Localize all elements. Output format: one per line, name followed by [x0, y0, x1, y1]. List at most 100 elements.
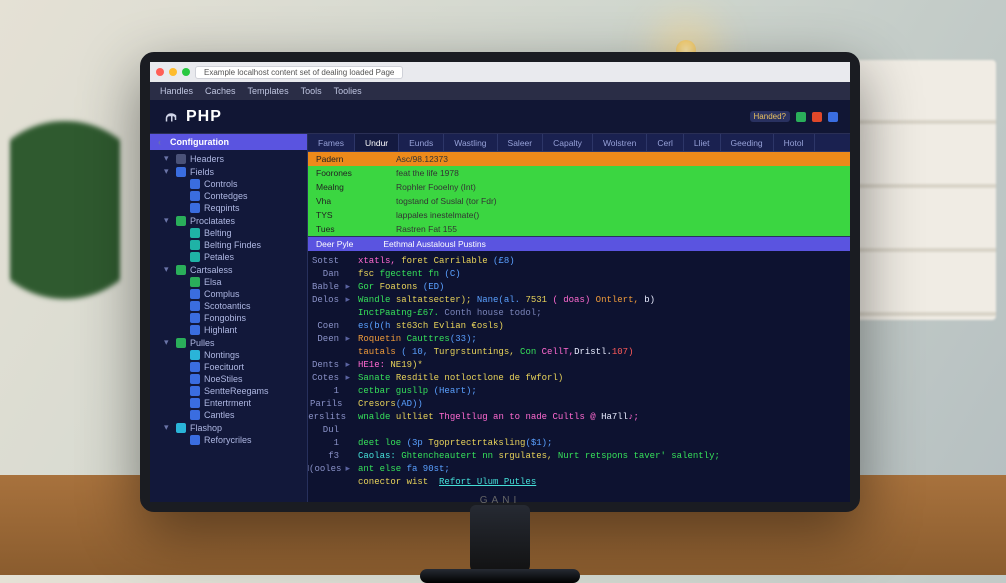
gutter[interactable]: 1	[310, 437, 358, 450]
twisty-icon[interactable]: ▸	[343, 359, 350, 372]
gutter[interactable]: Coen	[310, 320, 358, 333]
folder-icon	[190, 386, 200, 396]
sidebar-item[interactable]: Cantles	[150, 409, 307, 421]
panel-row[interactable]: Fooronesfeat the life 1978	[308, 166, 850, 180]
twisty-icon[interactable]: ▸	[343, 372, 350, 385]
gutter-label: 1	[334, 437, 339, 450]
sidebar-item[interactable]: Controls	[150, 178, 307, 190]
code-line: Dents▸HE1e: NE19)*	[310, 359, 848, 372]
code-text: HE1e: NE19)*	[358, 359, 423, 372]
panel-value: Rophler Fooelny (Int)	[388, 182, 850, 192]
gutter-label: Delos	[312, 294, 339, 307]
folder-icon	[190, 374, 200, 384]
tab-item[interactable]: Geeding	[721, 134, 774, 151]
traffic-dot[interactable]	[182, 68, 190, 76]
indicator-icon[interactable]	[828, 112, 838, 122]
sidebar-item[interactable]: Fongobins	[150, 312, 307, 324]
sidebar-item[interactable]: Complus	[150, 288, 307, 300]
traffic-dot[interactable]	[156, 68, 164, 76]
twisty-icon[interactable]: ▸	[343, 281, 350, 294]
tab-item[interactable]: Hotol	[774, 134, 815, 151]
twisty-icon[interactable]: ▸	[343, 333, 350, 346]
sidebar-item[interactable]: Reqpints	[150, 202, 307, 214]
sidebar-item[interactable]: Belting Findes	[150, 239, 307, 251]
gutter[interactable]: Dan	[310, 268, 358, 281]
sidebar-item[interactable]: Elsa	[150, 276, 307, 288]
gutter[interactable]: Delos ▸	[310, 294, 358, 307]
sidebar-item[interactable]: SentteReegams	[150, 385, 307, 397]
menu-item[interactable]: Handles	[160, 86, 193, 96]
tab-item[interactable]: Fames	[308, 134, 355, 151]
sidebar-item[interactable]: ▾Headers	[150, 152, 307, 165]
sidebar-item[interactable]: ▾Cartsaless	[150, 263, 307, 276]
gutter[interactable]: f3	[310, 450, 358, 463]
tab-item[interactable]: Capalty	[543, 134, 593, 151]
sidebar-item[interactable]: ▾Pulles	[150, 336, 307, 349]
code-line: M(ooles▸ant else fa 90st;	[310, 463, 848, 476]
gutter[interactable]	[310, 307, 358, 320]
menu-item[interactable]: Tools	[301, 86, 322, 96]
gutter[interactable]: Cotes▸	[310, 372, 358, 385]
tab-item[interactable]: Saleer	[498, 134, 544, 151]
gutter[interactable]: Bable▸	[310, 281, 358, 294]
panel-row[interactable]: PadernAsc/98.12373	[308, 152, 850, 166]
sidebar-item-label: Fields	[190, 167, 214, 177]
sidebar-item[interactable]: Nontings	[150, 349, 307, 361]
sidebar-item[interactable]: Entertrment	[150, 397, 307, 409]
sidebar-item[interactable]: Reforycriles	[150, 434, 307, 446]
sidebar-item[interactable]: ▾Flashop	[150, 421, 307, 434]
gutter[interactable]: Parils	[310, 398, 358, 411]
code-area[interactable]: Sotstxtatls, foret Carrilable (£8)Danfsc…	[308, 251, 850, 502]
sidebar-item[interactable]: Highlant	[150, 324, 307, 336]
code-text: Wandle saltatsecter); Nane(al. 7531 ( do…	[358, 294, 655, 307]
gutter[interactable]: Sotst	[310, 255, 358, 268]
folder-icon	[190, 362, 200, 372]
panel-row[interactable]: TuesRastren Fat 155	[308, 222, 850, 236]
panel-row[interactable]: MealngRophler Fooelny (Int)	[308, 180, 850, 194]
gutter[interactable]: Deen▸	[310, 333, 358, 346]
traffic-dot[interactable]	[169, 68, 177, 76]
folder-icon	[176, 216, 186, 226]
panel-row[interactable]: TYSlappales inestelmate()	[308, 208, 850, 222]
twisty-icon[interactable]: ▸	[343, 294, 350, 307]
folder-icon	[190, 313, 200, 323]
sidebar-item[interactable]: Foecituort	[150, 361, 307, 373]
sidebar-item[interactable]: Contedges	[150, 190, 307, 202]
code-line: f3Caolas: Ghtencheautert nn srgulates, N…	[310, 450, 848, 463]
menu-item[interactable]: Caches	[205, 86, 236, 96]
code-text: tautals ( 10, Turgrstuntings, Con CellT,…	[358, 346, 633, 359]
tab-item[interactable]: Cerl	[647, 134, 684, 151]
gutter[interactable]: Dents▸	[310, 359, 358, 372]
indicator-icon[interactable]	[796, 112, 806, 122]
panel-row[interactable]: Vhatogstand of Suslal (tor Fdr)	[308, 194, 850, 208]
gutter[interactable]: Dul	[310, 424, 358, 437]
gutter[interactable]: M(ooles▸	[310, 463, 358, 476]
sidebar-item[interactable]: Belting	[150, 227, 307, 239]
code-line: Eperslitswnalde ultliet Thgeltlug an to …	[310, 411, 848, 424]
tab-item[interactable]: Lliet	[684, 134, 721, 151]
twisty-icon[interactable]: ▸	[345, 463, 350, 476]
tab-item[interactable]: Wolstren	[593, 134, 647, 151]
sidebar-item[interactable]: Petales	[150, 251, 307, 263]
code-line: Deen▸Roquetin Cauttres(33);	[310, 333, 848, 346]
panel-value: lappales inestelmate()	[388, 210, 850, 220]
gutter[interactable]	[310, 476, 358, 489]
menu-item[interactable]: Toolies	[334, 86, 362, 96]
sidebar-item[interactable]: Scotoantics	[150, 300, 307, 312]
gutter-label: Dan	[323, 268, 339, 281]
sidebar-header[interactable]: ‹ Configuration	[150, 134, 307, 150]
gutter[interactable]: 1	[310, 385, 358, 398]
sidebar-item[interactable]: ▾Fields	[150, 165, 307, 178]
panel-key: Mealng	[308, 182, 388, 192]
tab-item[interactable]: Eunds	[399, 134, 444, 151]
browser-tab[interactable]: Example localhost content set of dealing…	[195, 66, 403, 79]
tab-item[interactable]: Wastling	[444, 134, 497, 151]
gutter[interactable]	[310, 346, 358, 359]
indicator-icon[interactable]	[812, 112, 822, 122]
menu-item[interactable]: Templates	[248, 86, 289, 96]
sidebar-item[interactable]: ▾Proclatates	[150, 214, 307, 227]
gutter[interactable]: Eperslits	[310, 411, 358, 424]
tab-item[interactable]: Undur	[355, 134, 399, 151]
sidebar-item[interactable]: NoeStiles	[150, 373, 307, 385]
sidebar-item-label: Headers	[190, 154, 224, 164]
